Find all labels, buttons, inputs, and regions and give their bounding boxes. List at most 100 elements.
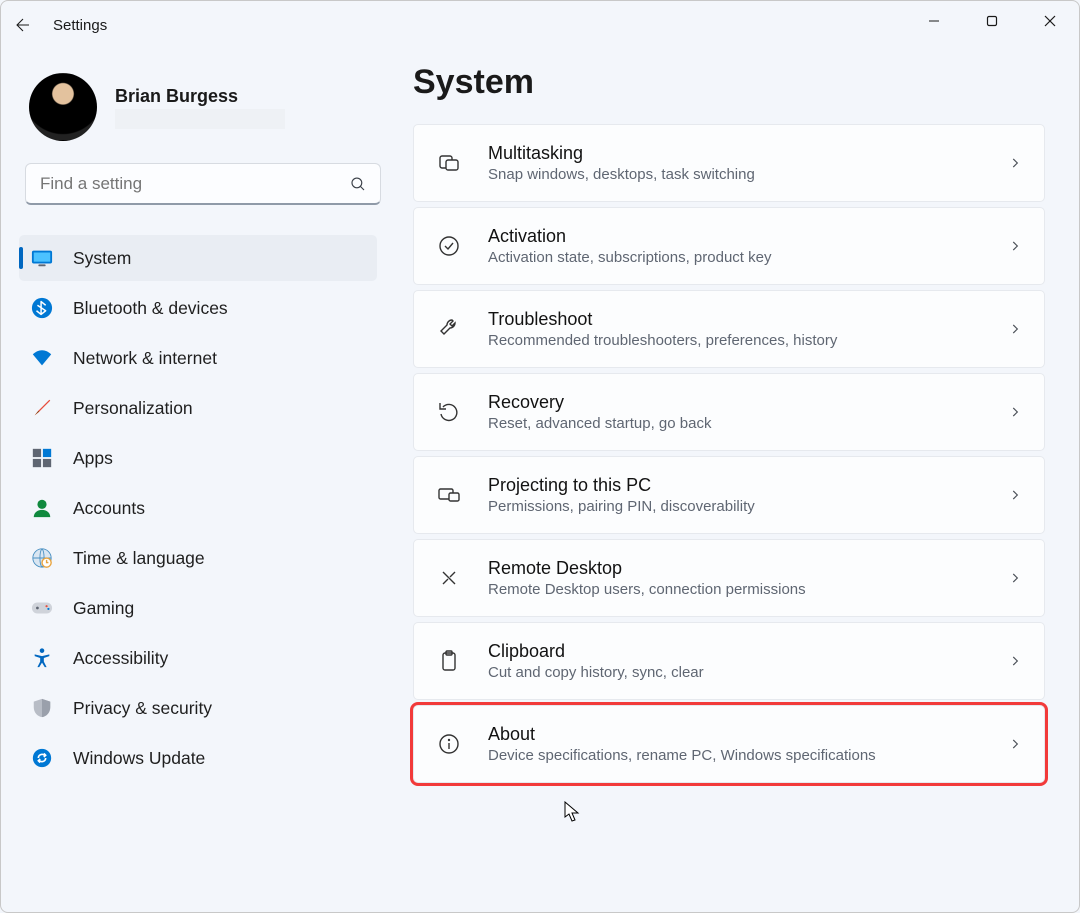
back-button[interactable] — [1, 1, 45, 49]
recovery-icon — [436, 399, 462, 425]
project-icon — [436, 482, 462, 508]
card-subtitle: Recommended troubleshooters, preferences… — [488, 332, 982, 349]
card-title: Clipboard — [488, 641, 982, 662]
user-sub-redacted — [115, 109, 285, 129]
shield-icon — [31, 697, 53, 719]
user-text: Brian Burgess — [115, 86, 285, 129]
nav-label: Apps — [73, 448, 113, 469]
nav-item-network[interactable]: Network & internet — [19, 335, 377, 381]
troubleshoot-icon — [436, 316, 462, 342]
multitasking-icon — [436, 150, 462, 176]
body: Brian Burgess System Bluetooth & devices — [1, 49, 1079, 783]
nav-list: System Bluetooth & devices Network & int… — [19, 235, 377, 781]
nav-label: Network & internet — [73, 348, 217, 369]
settings-card-activation[interactable]: ActivationActivation state, subscription… — [413, 207, 1045, 285]
settings-window: Settings Brian Burgess — [0, 0, 1080, 913]
chevron-right-icon — [1008, 488, 1022, 502]
card-text: Projecting to this PC Permissions, pairin… — [488, 475, 982, 515]
nav-label: System — [73, 248, 131, 269]
bluetooth-icon — [31, 297, 53, 319]
nav-item-apps[interactable]: Apps — [19, 435, 377, 481]
card-subtitle: Cut and copy history, sync, clear — [488, 664, 982, 681]
nav-item-gaming[interactable]: Gaming — [19, 585, 377, 631]
card-text: MultitaskingSnap windows, desktops, task… — [488, 143, 982, 183]
card-text: Troubleshoot Recommended troubleshooters,… — [488, 309, 982, 349]
nav-item-privacy[interactable]: Privacy & security — [19, 685, 377, 731]
avatar — [29, 73, 97, 141]
card-subtitle: Permissions, pairing PIN, discoverabilit… — [488, 498, 982, 515]
chevron-right-icon — [1008, 156, 1022, 170]
brush-icon — [31, 397, 53, 419]
card-text: Recovery Reset, advanced startup, go back — [488, 392, 982, 432]
maximize-icon — [986, 15, 998, 27]
app-title: Settings — [45, 17, 107, 34]
chevron-right-icon — [1008, 654, 1022, 668]
nav-label: Windows Update — [73, 748, 205, 769]
minimize-icon — [928, 15, 940, 27]
apps-icon — [31, 447, 53, 469]
nav-label: Accounts — [73, 498, 145, 519]
card-subtitle: Activation state, subscriptions, product… — [488, 249, 982, 266]
card-title: Multitasking — [488, 143, 982, 164]
system-icon — [31, 247, 53, 269]
arrow-left-icon — [14, 16, 32, 34]
nav-label: Time & language — [73, 548, 205, 569]
card-text: ActivationActivation state, subscription… — [488, 226, 982, 266]
wifi-icon — [31, 347, 53, 369]
gaming-icon — [31, 597, 53, 619]
card-subtitle: Device specifications, rename PC, Window… — [488, 747, 982, 764]
settings-card-project[interactable]: Projecting to this PC Permissions, pairin… — [413, 456, 1045, 534]
nav-label: Accessibility — [73, 648, 168, 669]
settings-card-troubleshoot[interactable]: Troubleshoot Recommended troubleshooters,… — [413, 290, 1045, 368]
nav-item-time-language[interactable]: Time & language — [19, 535, 377, 581]
chevron-right-icon — [1008, 239, 1022, 253]
accessibility-icon — [31, 647, 53, 669]
nav-label: Gaming — [73, 598, 134, 619]
search-input[interactable] — [25, 163, 381, 205]
cursor-pointer-icon — [564, 801, 582, 823]
nav-item-accounts[interactable]: Accounts — [19, 485, 377, 531]
update-icon — [31, 747, 53, 769]
nav-label: Privacy & security — [73, 698, 212, 719]
user-block[interactable]: Brian Burgess — [29, 73, 377, 141]
card-title: Projecting to this PC — [488, 475, 982, 496]
remote-icon — [436, 565, 462, 591]
card-title: About — [488, 724, 982, 745]
title-bar: Settings — [1, 1, 1079, 49]
card-text: About Device specifications, rename PC, W… — [488, 724, 982, 764]
maximize-button[interactable] — [963, 1, 1021, 41]
minimize-button[interactable] — [905, 1, 963, 41]
card-title: Recovery — [488, 392, 982, 413]
settings-card-remote[interactable]: Remote Desktop Remote Desktop users, conn… — [413, 539, 1045, 617]
chevron-right-icon — [1008, 571, 1022, 585]
close-icon — [1044, 15, 1056, 27]
search-icon — [349, 175, 367, 193]
window-controls — [905, 1, 1079, 41]
card-text: Clipboard Cut and copy history, sync, cle… — [488, 641, 982, 681]
card-text: Remote Desktop Remote Desktop users, conn… — [488, 558, 982, 598]
nav-item-accessibility[interactable]: Accessibility — [19, 635, 377, 681]
nav-item-personalization[interactable]: Personalization — [19, 385, 377, 431]
card-subtitle: Reset, advanced startup, go back — [488, 415, 982, 432]
settings-card-multitasking[interactable]: MultitaskingSnap windows, desktops, task… — [413, 124, 1045, 202]
card-title: Troubleshoot — [488, 309, 982, 330]
card-title: Remote Desktop — [488, 558, 982, 579]
settings-card-clipboard[interactable]: Clipboard Cut and copy history, sync, cle… — [413, 622, 1045, 700]
sidebar: Brian Burgess System Bluetooth & devices — [1, 49, 391, 783]
nav-item-bluetooth[interactable]: Bluetooth & devices — [19, 285, 377, 331]
settings-card-recovery[interactable]: Recovery Reset, advanced startup, go back — [413, 373, 1045, 451]
settings-card-list: MultitaskingSnap windows, desktops, task… — [413, 124, 1045, 783]
nav-label: Personalization — [73, 398, 193, 419]
page-title: System — [413, 63, 1045, 102]
card-subtitle: Remote Desktop users, connection permiss… — [488, 581, 982, 598]
activation-icon — [436, 233, 462, 259]
main-content: System MultitaskingSnap windows, desktop… — [391, 49, 1079, 783]
clipboard-icon — [436, 648, 462, 674]
nav-item-system[interactable]: System — [19, 235, 377, 281]
nav-item-windows-update[interactable]: Windows Update — [19, 735, 377, 781]
close-button[interactable] — [1021, 1, 1079, 41]
settings-card-about[interactable]: About Device specifications, rename PC, W… — [413, 705, 1045, 783]
user-name: Brian Burgess — [115, 86, 285, 107]
chevron-right-icon — [1008, 322, 1022, 336]
nav-label: Bluetooth & devices — [73, 298, 228, 319]
